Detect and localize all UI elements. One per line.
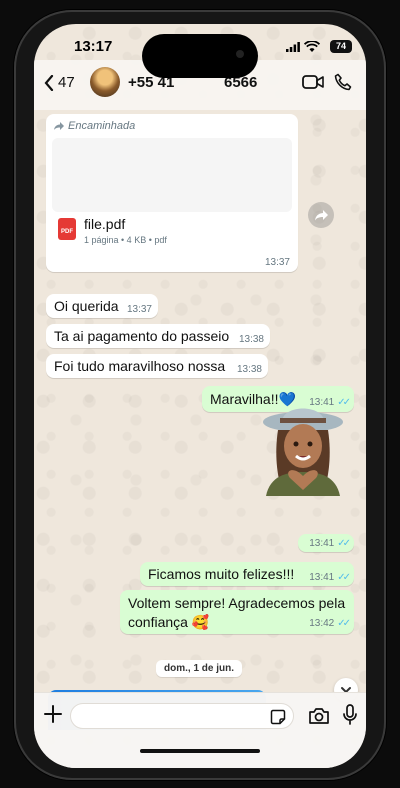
outgoing-message[interactable]: Voltem sempre! Agradecemos pela confianç… — [120, 590, 354, 634]
message-time: 13:38 — [238, 334, 264, 345]
message-time: 13:37 — [126, 304, 152, 315]
read-receipt-icon: ✓✓ — [337, 538, 351, 549]
dynamic-island — [142, 34, 258, 78]
message-list[interactable]: Encaminhada PDF file.pdf 1 página • 4 KB… — [34, 110, 366, 730]
video-call-icon[interactable] — [302, 74, 324, 90]
forwarded-text: Encaminhada — [68, 120, 136, 132]
unread-count: 47 — [58, 74, 75, 91]
message-time: 13:41 — [309, 572, 335, 583]
home-indicator — [140, 749, 260, 753]
sticker-meta: 13:41 ✓✓ — [298, 534, 354, 552]
message-text: Ficamos muito felizes!!! — [148, 566, 295, 582]
plus-icon[interactable] — [42, 703, 64, 725]
message-meta: 13:41 ✓✓ — [309, 572, 351, 583]
message-time: 13:41 — [309, 538, 335, 549]
forwarded-label: Encaminhada — [54, 120, 135, 132]
message-composer — [34, 692, 366, 768]
message-text: Ta ai pagamento do passeio — [54, 328, 230, 344]
message-time: 13:37 — [264, 257, 290, 268]
pdf-file-meta: 1 página • 4 KB • pdf — [84, 235, 167, 245]
pdf-file-icon: PDF — [58, 218, 76, 240]
message-input[interactable] — [70, 703, 294, 729]
sticker-icon[interactable] — [270, 709, 286, 725]
pdf-message[interactable]: Encaminhada PDF file.pdf 1 página • 4 KB… — [46, 114, 298, 272]
forward-button[interactable] — [308, 202, 334, 228]
message-text-line1: Voltem sempre! Agradecemos pela — [128, 595, 346, 611]
chevron-left-icon — [44, 74, 54, 91]
camera-icon[interactable] — [308, 707, 330, 725]
contact-avatar[interactable] — [90, 67, 120, 97]
outgoing-message[interactable]: Ficamos muito felizes!!! 13:41 ✓✓ — [140, 562, 354, 586]
forwarded-arrow-icon — [54, 122, 64, 130]
message-text-line2: confiança 🥰 — [128, 614, 210, 630]
back-button[interactable]: 47 — [44, 74, 75, 91]
read-receipt-icon: ✓✓ — [337, 618, 351, 629]
message-text: Oi querida — [54, 298, 119, 314]
share-arrow-icon — [315, 210, 328, 221]
incoming-message[interactable]: Foi tudo maravilhoso nossa 13:38 — [46, 354, 268, 378]
message-time: 13:42 — [309, 618, 335, 629]
signal-icon — [286, 42, 300, 52]
incoming-message[interactable]: Oi querida 13:37 — [46, 294, 158, 318]
read-receipt-icon: ✓✓ — [337, 572, 351, 583]
microphone-icon[interactable] — [342, 704, 358, 726]
message-text: Foi tudo maravilhoso nossa — [54, 358, 226, 374]
incoming-message[interactable]: Ta ai pagamento do passeio 13:38 — [46, 324, 270, 348]
message-meta: 13:42 ✓✓ — [309, 618, 351, 629]
screen: 13:17 74 47 +55 41 6566 Encaminhada PDF … — [34, 24, 366, 768]
memoji-sticker[interactable] — [260, 396, 346, 496]
battery-indicator: 74 — [330, 40, 352, 53]
pdf-file-name: file.pdf — [84, 216, 126, 232]
message-meta: 13:41 ✓✓ — [309, 538, 351, 549]
wifi-icon — [304, 41, 320, 52]
status-time: 13:17 — [74, 38, 113, 55]
date-divider: dom., 1 de jun. — [156, 660, 243, 677]
phone-call-icon[interactable] — [334, 73, 352, 91]
pdf-preview[interactable] — [52, 138, 292, 212]
message-time: 13:38 — [236, 364, 262, 375]
